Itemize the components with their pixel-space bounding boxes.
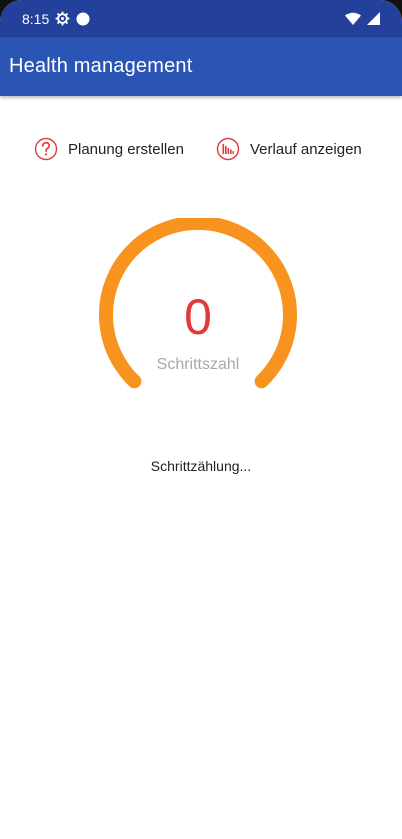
wifi-icon bbox=[345, 12, 361, 25]
action-row: Planung erstellen Verlauf anzeigen bbox=[0, 137, 402, 165]
status-time: 8:15 bbox=[22, 10, 50, 27]
cell-signal-icon bbox=[367, 12, 380, 25]
app-bar: Health management bbox=[0, 37, 402, 96]
step-count-label: Schrittszahl bbox=[156, 356, 240, 373]
show-history-label: Verlauf anzeigen bbox=[250, 140, 362, 158]
circle-dot-icon bbox=[76, 12, 90, 25]
phone-screen: 8:15 Health management Planung erstellen… bbox=[0, 0, 402, 839]
status-bar: 8:15 bbox=[0, 0, 402, 37]
app-title: Health management bbox=[9, 55, 193, 77]
create-plan-button[interactable]: Planung erstellen bbox=[34, 137, 184, 161]
settings-gear-icon bbox=[55, 11, 70, 26]
bar-chart-circle-icon bbox=[216, 137, 240, 161]
step-count-value: 0 bbox=[184, 289, 212, 345]
counting-status-text: Schrittzählung... bbox=[150, 458, 252, 474]
question-circle-icon bbox=[34, 137, 58, 161]
show-history-button[interactable]: Verlauf anzeigen bbox=[216, 137, 362, 161]
create-plan-label: Planung erstellen bbox=[68, 140, 184, 158]
